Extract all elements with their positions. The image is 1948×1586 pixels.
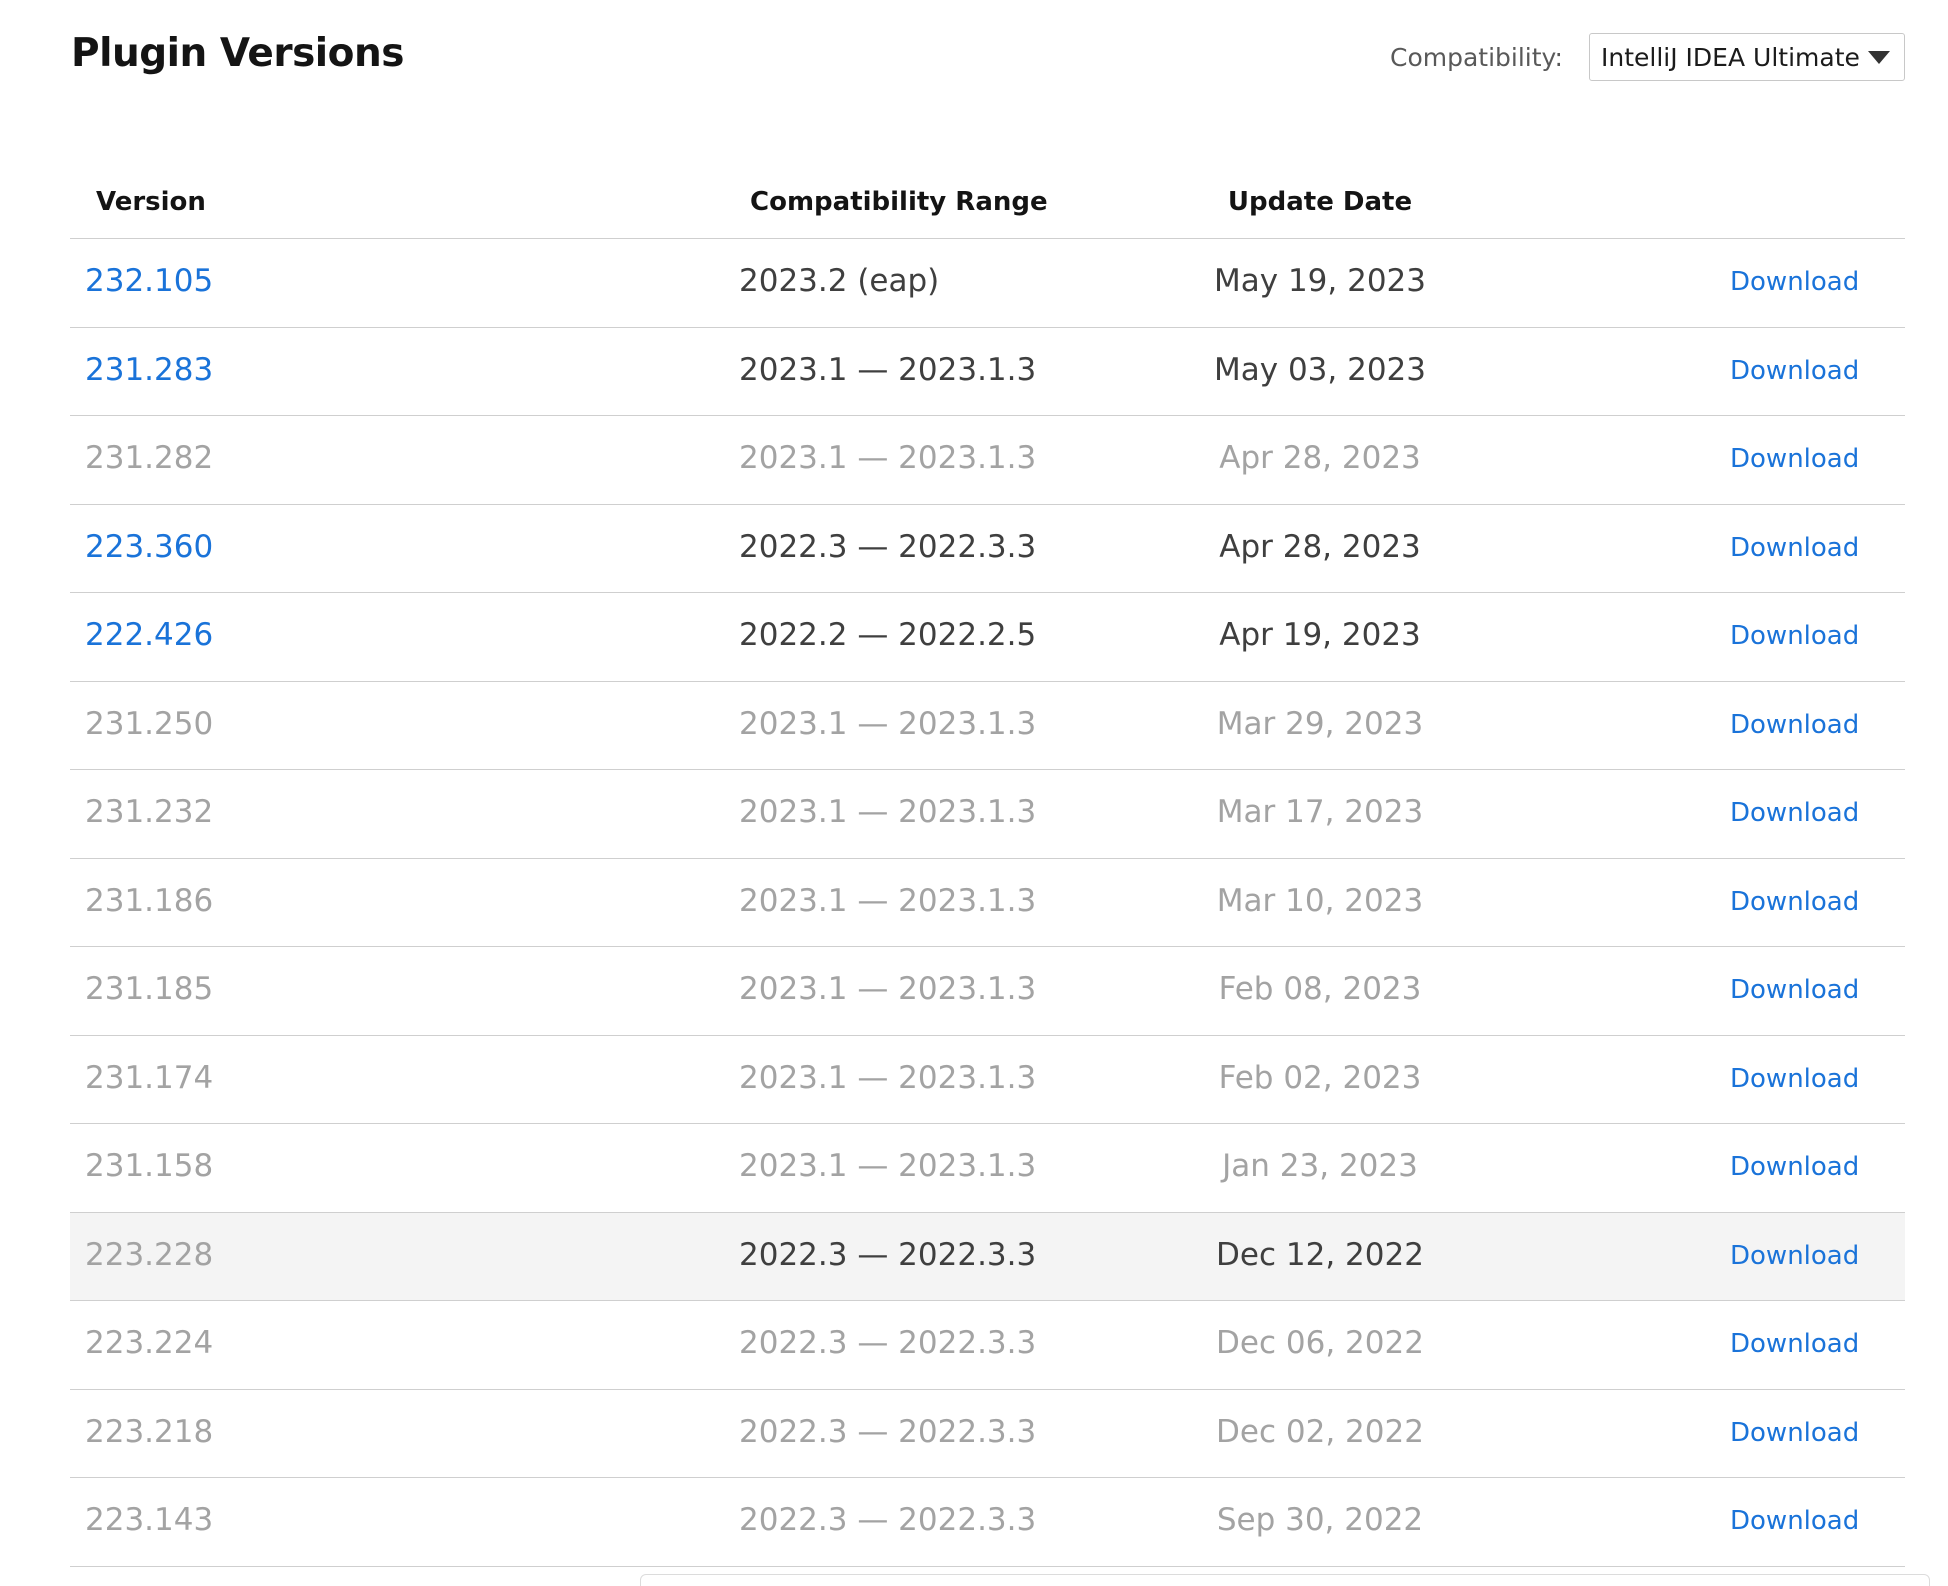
compatibility-range: 2022.3 — 2022.3.3	[739, 1325, 1037, 1361]
download-link[interactable]: Download	[1730, 267, 1859, 297]
table-row: 223.228 2022.3 — 2022.3.3 Dec 12, 2022 Down…	[70, 1212, 1905, 1301]
column-header-compatibility-range: Compatibility Range	[750, 187, 1048, 217]
version-number: 231.174	[85, 1059, 214, 1096]
table-row: 231.158 2023.1 — 2023.1.3 Jan 23, 2023 Down…	[70, 1124, 1905, 1213]
compatibility-range: 2022.3 — 2022.3.3	[739, 1413, 1037, 1450]
version-number: 223.224	[85, 1325, 214, 1361]
version-number[interactable]: 231.283	[85, 352, 213, 388]
update-date: Mar 17, 2023	[1216, 794, 1424, 830]
version-number: 231.250	[85, 705, 214, 742]
compatibility-range: 2022.3 — 2022.3.3	[739, 528, 1037, 565]
version-number: 231.186	[85, 882, 214, 919]
table-row: 223.218 2022.3 — 2022.3.3 Dec 02, 2022 Down…	[70, 1390, 1905, 1478]
chevron-down-icon	[1868, 50, 1890, 64]
version-number: 231.282	[85, 440, 214, 476]
update-date: Dec 02, 2022	[1216, 1413, 1424, 1450]
version-number[interactable]: 223.360	[85, 529, 213, 565]
download-link[interactable]: Download	[1730, 1064, 1859, 1094]
update-date: Dec 12, 2022	[1216, 1236, 1424, 1273]
download-link[interactable]: Download	[1730, 1506, 1859, 1536]
version-number: 223.143	[85, 1502, 214, 1538]
update-date: Apr 28, 2023	[1219, 528, 1421, 565]
update-date: Apr 28, 2023	[1219, 440, 1421, 476]
compatibility-select[interactable]: IntelliJ IDEA Ultimate	[1589, 33, 1905, 81]
table-row: 231.186 2023.1 — 2023.1.3 Mar 10, 2023 Down…	[70, 859, 1905, 947]
version-number: 223.228	[85, 1236, 214, 1273]
table-row: 231.232 2023.1 — 2023.1.3 Mar 17, 2023 Down…	[70, 770, 1905, 859]
compatibility-range: 2023.1 — 2023.1.3	[739, 794, 1037, 830]
version-number: 231.185	[85, 971, 214, 1007]
table-row: 231.282 2023.1 — 2023.1.3 Apr 28, 2023 Down…	[70, 416, 1905, 505]
table-row: 223.224 2022.3 — 2022.3.3 Dec 06, 2022 Down…	[70, 1301, 1905, 1390]
versions-table: Version Compatibility Range Update Date …	[70, 150, 1905, 1567]
compatibility-range: 2023.1 — 2023.1.3	[739, 705, 1037, 742]
table-row: 231.185 2023.1 — 2023.1.3 Feb 08, 2023 Down…	[70, 947, 1905, 1036]
download-link[interactable]: Download	[1730, 710, 1859, 740]
compatibility-range: 2023.1 — 2023.1.3	[739, 882, 1037, 919]
table-row: 231.283 2023.1 — 2023.1.3 May 03, 2023 Down…	[70, 328, 1905, 416]
download-link[interactable]: Download	[1730, 975, 1859, 1005]
update-date: Mar 10, 2023	[1216, 882, 1424, 919]
compatibility-range: 2023.1 — 2023.1.3	[739, 971, 1037, 1007]
download-link[interactable]: Download	[1730, 1241, 1859, 1271]
update-date: Feb 02, 2023	[1218, 1059, 1422, 1096]
download-link[interactable]: Download	[1730, 1152, 1859, 1182]
update-date: Apr 19, 2023	[1219, 617, 1421, 653]
version-number[interactable]: 222.426	[85, 617, 213, 653]
download-link[interactable]: Download	[1730, 887, 1859, 917]
table-row: 231.174 2023.1 — 2023.1.3 Feb 02, 2023 Down…	[70, 1036, 1905, 1124]
column-header-version: Version	[96, 187, 206, 217]
compatibility-range: 2023.1 — 2023.1.3	[739, 1148, 1037, 1184]
download-link[interactable]: Download	[1730, 444, 1859, 474]
bottom-panel-edge	[640, 1574, 1930, 1586]
version-number: 231.232	[85, 794, 214, 830]
download-link[interactable]: Download	[1730, 1329, 1859, 1359]
column-header-update-date: Update Date	[1227, 187, 1413, 217]
compatibility-range: 2022.3 — 2022.3.3	[739, 1236, 1037, 1273]
download-link[interactable]: Download	[1730, 621, 1859, 651]
version-number: 223.218	[85, 1413, 214, 1450]
compatibility-selected-value: IntelliJ IDEA Ultimate	[1601, 42, 1860, 72]
page-title: Plugin Versions	[71, 31, 404, 76]
table-row: 222.426 2022.2 — 2022.2.5 Apr 19, 2023 Down…	[70, 593, 1905, 682]
download-link[interactable]: Download	[1730, 1418, 1859, 1448]
table-row: 223.360 2022.3 — 2022.3.3 Apr 28, 2023 Down…	[70, 505, 1905, 593]
download-link[interactable]: Download	[1730, 798, 1859, 828]
compatibility-range: 2023.1 — 2023.1.3	[739, 440, 1037, 476]
table-body: 232.105 2023.2 (eap) May 19, 2023 Download 2…	[70, 239, 1905, 1567]
download-link[interactable]: Download	[1730, 533, 1859, 563]
compatibility-range: 2022.3 — 2022.3.3	[739, 1502, 1037, 1538]
compatibility-range: 2023.2 (eap)	[739, 263, 940, 299]
table-row: 223.143 2022.3 — 2022.3.3 Sep 30, 2022 Down…	[70, 1478, 1905, 1567]
update-date: Sep 30, 2022	[1216, 1502, 1424, 1538]
download-link[interactable]: Download	[1730, 356, 1859, 386]
update-date: Jan 23, 2023	[1222, 1148, 1418, 1184]
version-number: 231.158	[85, 1148, 214, 1184]
table-row: 231.250 2023.1 — 2023.1.3 Mar 29, 2023 Down…	[70, 682, 1905, 770]
table-header: Version Compatibility Range Update Date	[70, 150, 1905, 239]
update-date: Feb 08, 2023	[1218, 971, 1422, 1007]
update-date: May 19, 2023	[1214, 263, 1426, 299]
plugin-versions-page: Plugin Versions Compatibility: IntelliJ …	[0, 0, 1948, 1586]
compatibility-range: 2022.2 — 2022.2.5	[739, 617, 1037, 653]
compatibility-label: Compatibility:	[1390, 43, 1563, 72]
version-number[interactable]: 232.105	[85, 263, 213, 299]
update-date: May 03, 2023	[1214, 351, 1426, 388]
compatibility-range: 2023.1 — 2023.1.3	[739, 1059, 1037, 1096]
update-date: Mar 29, 2023	[1216, 705, 1424, 742]
table-row: 232.105 2023.2 (eap) May 19, 2023 Download	[70, 239, 1905, 328]
compatibility-range: 2023.1 — 2023.1.3	[739, 351, 1037, 388]
update-date: Dec 06, 2022	[1216, 1325, 1424, 1361]
